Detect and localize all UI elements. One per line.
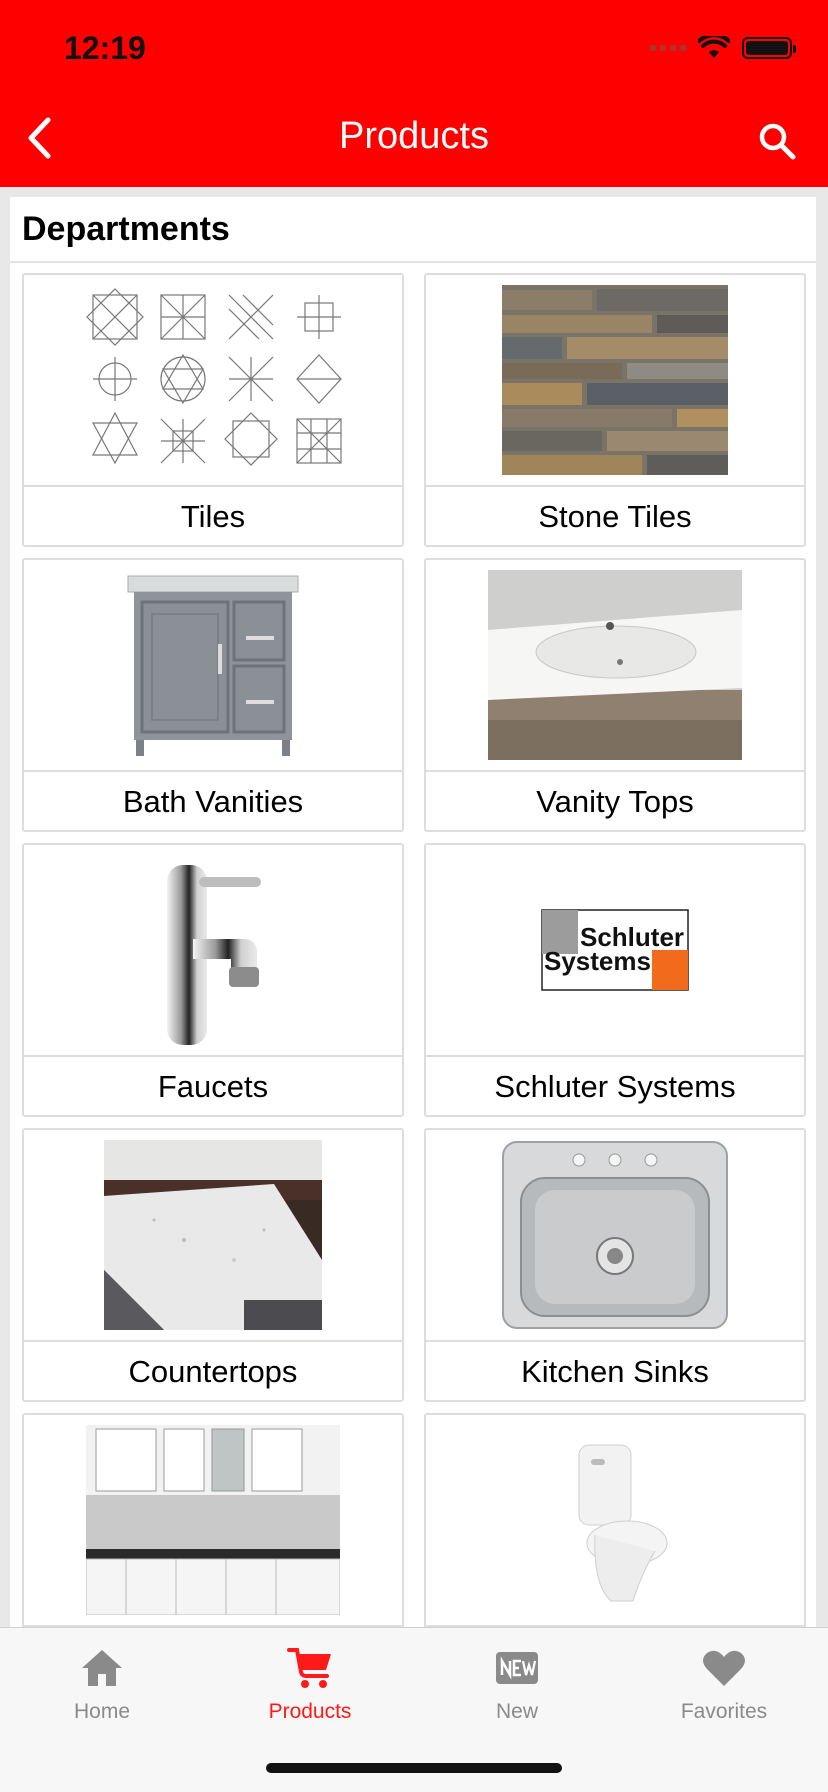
faucets-image	[24, 845, 402, 1055]
countertops-image	[24, 1130, 402, 1340]
products-screen: 12:19 Products Departments Tiles Stone T…	[0, 0, 828, 1792]
tab-label: New	[495, 1700, 538, 1723]
section-header: Departments	[10, 197, 816, 263]
stone-tiles-image	[426, 275, 804, 485]
department-label: Schluter Systems	[426, 1055, 804, 1117]
tab-label: Favorites	[680, 1700, 768, 1723]
new-badge-icon	[496, 1652, 538, 1684]
tab-home[interactable]: Home	[22, 1644, 182, 1724]
departments-panel: Departments Tiles Stone Tiles Bath Vanit…	[10, 197, 816, 1627]
tab-products[interactable]: Products	[230, 1644, 390, 1724]
nav-header: 12:19 Products	[0, 0, 828, 187]
tab-label: Home	[73, 1700, 131, 1723]
logo-line2: Systems	[544, 946, 651, 976]
section-title: Departments	[22, 209, 230, 248]
department-label: Stone Tiles	[426, 485, 804, 547]
department-card-bath-vanities[interactable]: Bath Vanities	[22, 558, 404, 832]
page-title: Products	[339, 115, 489, 157]
department-card-cabinets[interactable]	[22, 1413, 404, 1627]
department-label: Faucets	[24, 1055, 402, 1117]
tab-favorites[interactable]: Favorites	[644, 1644, 804, 1724]
department-card-kitchen-sinks[interactable]: Kitchen Sinks	[424, 1128, 806, 1402]
wifi-icon	[698, 36, 730, 58]
department-label: Vanity Tops	[426, 770, 804, 832]
department-label: Kitchen Sinks	[426, 1340, 804, 1402]
tiles-image	[24, 275, 402, 485]
search-button[interactable]	[752, 116, 802, 166]
home-icon	[82, 1650, 122, 1686]
home-indicator	[266, 1763, 562, 1773]
cart-icon	[287, 1648, 331, 1688]
department-label: Bath Vanities	[24, 770, 402, 832]
bath-vanities-image	[24, 560, 402, 770]
kitchen-sinks-image	[426, 1130, 804, 1340]
department-card-countertops[interactable]: Countertops	[22, 1128, 404, 1402]
tab-new[interactable]: New	[437, 1644, 597, 1724]
toilet-image	[426, 1415, 804, 1625]
search-icon	[759, 123, 796, 160]
department-label: Countertops	[24, 1340, 402, 1402]
department-label: Tiles	[24, 485, 402, 547]
department-card-tiles[interactable]: Tiles	[22, 273, 404, 547]
department-card-vanity-tops[interactable]: Vanity Tops	[424, 558, 806, 832]
department-card-stone-tiles[interactable]: Stone Tiles	[424, 273, 806, 547]
department-card-schluter-systems[interactable]: Schluter Systems Schluter Systems	[424, 843, 806, 1117]
vanity-tops-image	[426, 560, 804, 770]
schluter-logo: Schluter Systems	[426, 845, 804, 1055]
tab-label: Products	[268, 1700, 352, 1723]
status-icons	[650, 36, 796, 60]
signal-icon	[650, 45, 686, 51]
department-card-toilets[interactable]	[424, 1413, 806, 1627]
heart-icon	[703, 1650, 745, 1686]
battery-icon	[742, 37, 796, 59]
kitchen-cabinets-image	[24, 1415, 402, 1625]
status-time: 12:19	[64, 30, 146, 66]
department-card-faucets[interactable]: Faucets	[22, 843, 404, 1117]
